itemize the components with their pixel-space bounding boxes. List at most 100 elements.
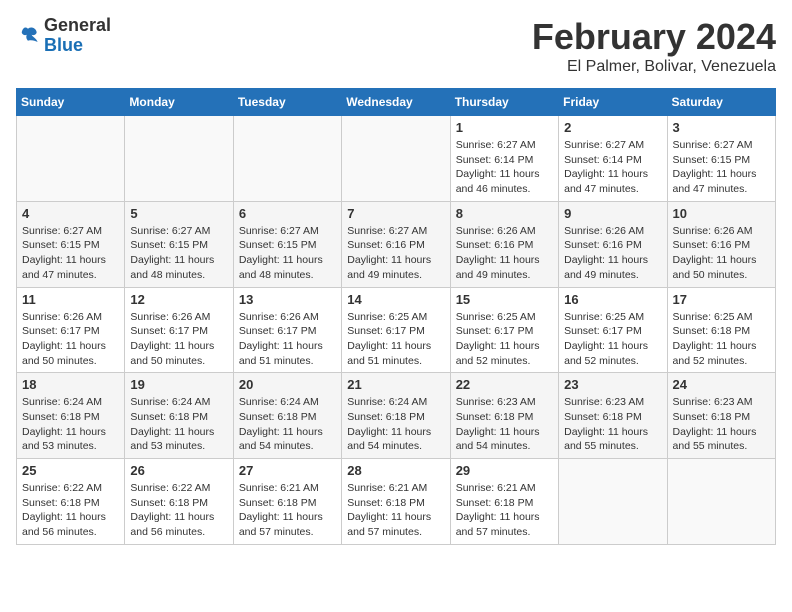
day-info: Sunrise: 6:27 AM Sunset: 6:14 PM Dayligh… [456, 138, 553, 197]
day-number: 4 [22, 206, 119, 221]
day-number: 25 [22, 463, 119, 478]
day-info: Sunrise: 6:26 AM Sunset: 6:16 PM Dayligh… [673, 224, 770, 283]
calendar-cell [559, 459, 667, 545]
calendar-cell: 16 Sunrise: 6:25 AM Sunset: 6:17 PM Dayli… [559, 287, 667, 373]
calendar-cell: 14 Sunrise: 6:25 AM Sunset: 6:17 PM Dayli… [342, 287, 450, 373]
calendar-cell [342, 116, 450, 202]
day-header-monday: Monday [125, 89, 233, 116]
calendar-cell: 12 Sunrise: 6:26 AM Sunset: 6:17 PM Dayli… [125, 287, 233, 373]
day-header-thursday: Thursday [450, 89, 558, 116]
calendar-cell: 24Sunrise: 6:23 AM Sunset: 6:18 PM Dayli… [667, 373, 775, 459]
day-info: Sunrise: 6:22 AM Sunset: 6:18 PM Dayligh… [130, 481, 227, 540]
month-title: February 2024 [532, 16, 776, 58]
day-number: 18 [22, 377, 119, 392]
week-row-4: 18 Sunrise: 6:24 AM Sunset: 6:18 PM Dayli… [17, 373, 776, 459]
day-number: 21 [347, 377, 444, 392]
day-number: 17 [673, 292, 770, 307]
day-info: Sunrise: 6:27 AM Sunset: 6:14 PM Dayligh… [564, 138, 661, 197]
logo-blue-text: Blue [44, 36, 111, 56]
location-title: El Palmer, Bolivar, Venezuela [532, 58, 776, 76]
calendar-cell: 26 Sunrise: 6:22 AM Sunset: 6:18 PM Dayli… [125, 459, 233, 545]
calendar-cell: 23Sunrise: 6:23 AM Sunset: 6:18 PM Dayli… [559, 373, 667, 459]
calendar-cell: 2 Sunrise: 6:27 AM Sunset: 6:14 PM Daylig… [559, 116, 667, 202]
calendar-cell: 3 Sunrise: 6:27 AM Sunset: 6:15 PM Daylig… [667, 116, 775, 202]
day-info: Sunrise: 6:26 AM Sunset: 6:17 PM Dayligh… [239, 310, 336, 369]
calendar-cell: 19 Sunrise: 6:24 AM Sunset: 6:18 PM Dayli… [125, 373, 233, 459]
day-info: Sunrise: 6:24 AM Sunset: 6:18 PM Dayligh… [347, 395, 444, 454]
day-info: Sunrise: 6:23 AM Sunset: 6:18 PM Dayligh… [456, 395, 553, 454]
day-number: 3 [673, 120, 770, 135]
day-number: 22 [456, 377, 553, 392]
day-number: 13 [239, 292, 336, 307]
calendar-cell: 25 Sunrise: 6:22 AM Sunset: 6:18 PM Dayli… [17, 459, 125, 545]
calendar-cell: 6Sunrise: 6:27 AM Sunset: 6:15 PM Daylig… [233, 201, 341, 287]
calendar-cell: 27Sunrise: 6:21 AM Sunset: 6:18 PM Dayli… [233, 459, 341, 545]
day-number: 1 [456, 120, 553, 135]
title-section: February 2024 El Palmer, Bolivar, Venezu… [532, 16, 776, 76]
day-info: Sunrise: 6:26 AM Sunset: 6:17 PM Dayligh… [130, 310, 227, 369]
day-number: 9 [564, 206, 661, 221]
day-info: Sunrise: 6:21 AM Sunset: 6:18 PM Dayligh… [456, 481, 553, 540]
day-info: Sunrise: 6:26 AM Sunset: 6:16 PM Dayligh… [564, 224, 661, 283]
day-number: 10 [673, 206, 770, 221]
logo-general-text: General [44, 16, 111, 36]
day-header-sunday: Sunday [17, 89, 125, 116]
day-info: Sunrise: 6:27 AM Sunset: 6:15 PM Dayligh… [673, 138, 770, 197]
logo: General Blue [16, 16, 111, 56]
calendar-cell [667, 459, 775, 545]
day-info: Sunrise: 6:23 AM Sunset: 6:18 PM Dayligh… [564, 395, 661, 454]
day-number: 28 [347, 463, 444, 478]
day-header-wednesday: Wednesday [342, 89, 450, 116]
calendar-cell: 29 Sunrise: 6:21 AM Sunset: 6:18 PM Dayli… [450, 459, 558, 545]
day-info: Sunrise: 6:22 AM Sunset: 6:18 PM Dayligh… [22, 481, 119, 540]
day-header-saturday: Saturday [667, 89, 775, 116]
calendar-cell: 28 Sunrise: 6:21 AM Sunset: 6:18 PM Dayli… [342, 459, 450, 545]
calendar-cell: 10 Sunrise: 6:26 AM Sunset: 6:16 PM Dayli… [667, 201, 775, 287]
day-number: 29 [456, 463, 553, 478]
calendar-cell: 9 Sunrise: 6:26 AM Sunset: 6:16 PM Daylig… [559, 201, 667, 287]
days-header-row: SundayMondayTuesdayWednesdayThursdayFrid… [17, 89, 776, 116]
day-number: 16 [564, 292, 661, 307]
calendar-cell: 8 Sunrise: 6:26 AM Sunset: 6:16 PM Daylig… [450, 201, 558, 287]
calendar-cell: 17 Sunrise: 6:25 AM Sunset: 6:18 PM Dayli… [667, 287, 775, 373]
day-number: 6 [239, 206, 336, 221]
day-info: Sunrise: 6:24 AM Sunset: 6:18 PM Dayligh… [22, 395, 119, 454]
day-number: 27 [239, 463, 336, 478]
day-number: 2 [564, 120, 661, 135]
day-info: Sunrise: 6:27 AM Sunset: 6:15 PM Dayligh… [22, 224, 119, 283]
calendar-cell: 15Sunrise: 6:25 AM Sunset: 6:17 PM Dayli… [450, 287, 558, 373]
day-info: Sunrise: 6:26 AM Sunset: 6:16 PM Dayligh… [456, 224, 553, 283]
page-header: General Blue February 2024 El Palmer, Bo… [16, 16, 776, 76]
calendar-cell: 7Sunrise: 6:27 AM Sunset: 6:16 PM Daylig… [342, 201, 450, 287]
calendar-cell: 5 Sunrise: 6:27 AM Sunset: 6:15 PM Daylig… [125, 201, 233, 287]
day-info: Sunrise: 6:25 AM Sunset: 6:18 PM Dayligh… [673, 310, 770, 369]
calendar-cell: 1 Sunrise: 6:27 AM Sunset: 6:14 PM Daylig… [450, 116, 558, 202]
day-info: Sunrise: 6:27 AM Sunset: 6:16 PM Dayligh… [347, 224, 444, 283]
day-number: 15 [456, 292, 553, 307]
day-number: 14 [347, 292, 444, 307]
day-info: Sunrise: 6:27 AM Sunset: 6:15 PM Dayligh… [130, 224, 227, 283]
calendar-cell: 13 Sunrise: 6:26 AM Sunset: 6:17 PM Dayli… [233, 287, 341, 373]
day-number: 12 [130, 292, 227, 307]
week-row-5: 25 Sunrise: 6:22 AM Sunset: 6:18 PM Dayli… [17, 459, 776, 545]
day-header-tuesday: Tuesday [233, 89, 341, 116]
day-info: Sunrise: 6:25 AM Sunset: 6:17 PM Dayligh… [347, 310, 444, 369]
calendar-cell [125, 116, 233, 202]
calendar-cell: 4 Sunrise: 6:27 AM Sunset: 6:15 PM Daylig… [17, 201, 125, 287]
day-info: Sunrise: 6:21 AM Sunset: 6:18 PM Dayligh… [347, 481, 444, 540]
day-number: 5 [130, 206, 227, 221]
calendar-cell: 22 Sunrise: 6:23 AM Sunset: 6:18 PM Dayli… [450, 373, 558, 459]
calendar-table: SundayMondayTuesdayWednesdayThursdayFrid… [16, 88, 776, 545]
logo-bird-icon [16, 24, 40, 48]
week-row-3: 11Sunrise: 6:26 AM Sunset: 6:17 PM Dayli… [17, 287, 776, 373]
day-info: Sunrise: 6:23 AM Sunset: 6:18 PM Dayligh… [673, 395, 770, 454]
day-number: 19 [130, 377, 227, 392]
day-info: Sunrise: 6:25 AM Sunset: 6:17 PM Dayligh… [564, 310, 661, 369]
day-info: Sunrise: 6:24 AM Sunset: 6:18 PM Dayligh… [130, 395, 227, 454]
calendar-cell: 20Sunrise: 6:24 AM Sunset: 6:18 PM Dayli… [233, 373, 341, 459]
calendar-cell [17, 116, 125, 202]
day-number: 8 [456, 206, 553, 221]
day-header-friday: Friday [559, 89, 667, 116]
calendar-cell: 18 Sunrise: 6:24 AM Sunset: 6:18 PM Dayli… [17, 373, 125, 459]
day-number: 26 [130, 463, 227, 478]
